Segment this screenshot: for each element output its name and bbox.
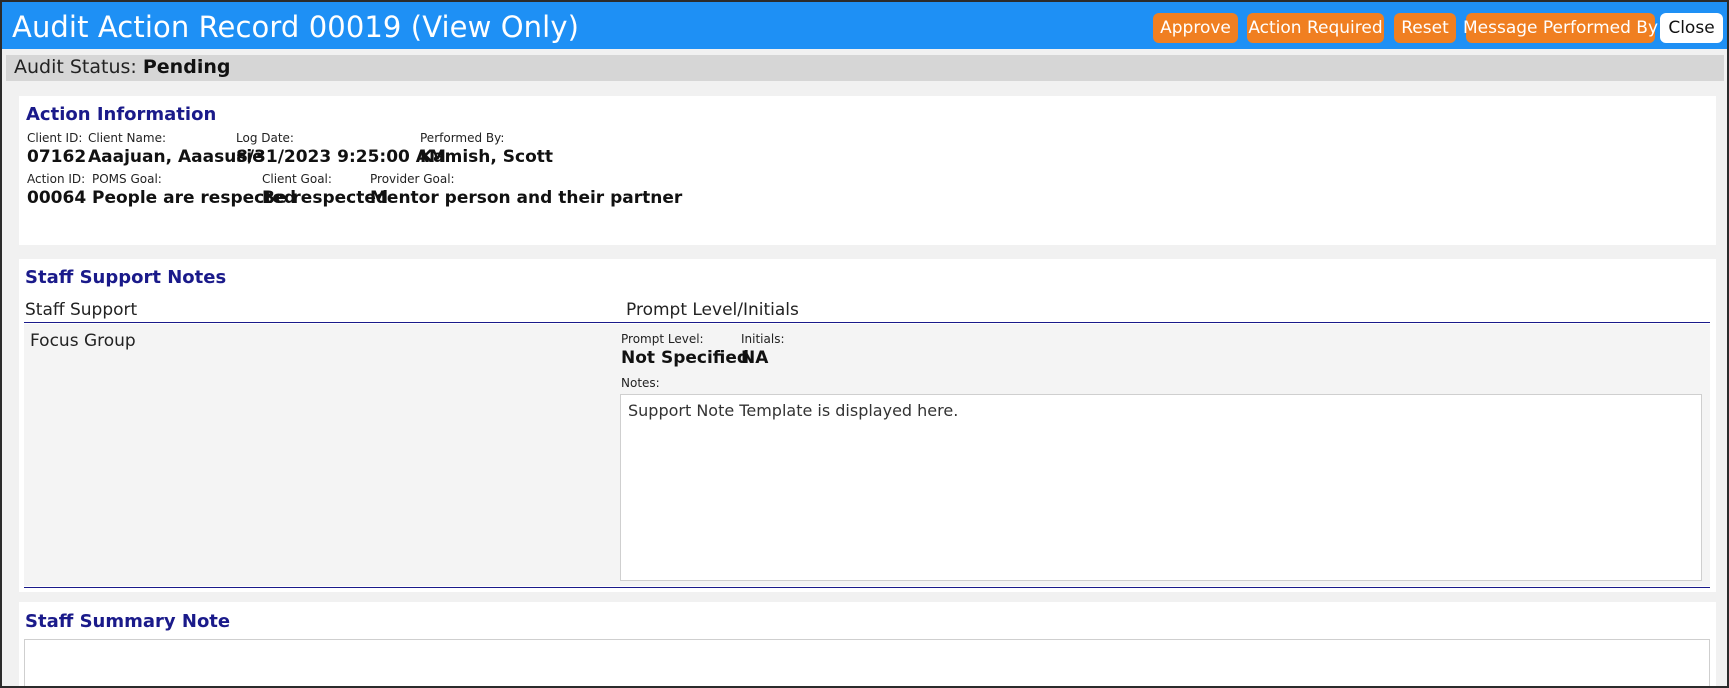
- prompt-level-initials-column-header: Prompt Level/Initials: [626, 300, 799, 320]
- provider-goal-value: Mentor person and their partner: [370, 188, 683, 208]
- audit-status-value: Pending: [142, 56, 231, 78]
- message-performed-by-button[interactable]: Message Performed By: [1463, 13, 1658, 43]
- approve-button[interactable]: Approve: [1153, 13, 1238, 43]
- close-button[interactable]: Close: [1660, 13, 1723, 43]
- staff-summary-note-title: Staff Summary Note: [25, 611, 231, 632]
- staff-support-notes-panel: Staff Support Notes Staff Support Prompt…: [19, 259, 1716, 592]
- staff-support-notes-title: Staff Support Notes: [25, 267, 227, 288]
- initials-value: NA: [741, 348, 769, 368]
- poms-goal-label: POMS Goal:: [92, 172, 162, 186]
- audit-action-window: Audit Action Record 00019 (View Only) Ap…: [0, 0, 1729, 688]
- initials-label: Initials:: [741, 332, 785, 346]
- reset-button[interactable]: Reset: [1394, 13, 1456, 43]
- client-id-value: 07162: [27, 147, 87, 167]
- prompt-level-label: Prompt Level:: [621, 332, 704, 346]
- log-date-value: 8/31/2023 9:25:00 AM: [236, 147, 446, 167]
- summary-note-field[interactable]: [24, 639, 1710, 686]
- header-divider: [24, 322, 1710, 323]
- title-bar: Audit Action Record 00019 (View Only) Ap…: [2, 2, 1727, 49]
- action-id-label: Action ID:: [27, 172, 86, 186]
- action-id-value: 00064: [27, 188, 87, 208]
- notes-label: Notes:: [621, 376, 660, 390]
- audit-status-label: Audit Status:: [14, 56, 137, 78]
- log-date-label: Log Date:: [236, 131, 294, 145]
- staff-support-value: Focus Group: [30, 331, 136, 351]
- staff-summary-note-panel: Staff Summary Note: [19, 602, 1716, 686]
- audit-status: Audit Status: Pending: [14, 56, 230, 78]
- audit-status-bar: Audit Status: Pending: [6, 55, 1724, 81]
- provider-goal-label: Provider Goal:: [370, 172, 455, 186]
- performed-by-label: Performed By:: [420, 131, 505, 145]
- action-information-panel: Action Information Client ID: 07162 Clie…: [19, 96, 1716, 245]
- notes-text: Support Note Template is displayed here.: [628, 401, 959, 420]
- action-required-button[interactable]: Action Required: [1247, 13, 1384, 43]
- prompt-level-value: Not Specified: [621, 348, 750, 368]
- row-divider: [24, 587, 1710, 588]
- staff-support-column-header: Staff Support: [25, 300, 138, 320]
- client-goal-label: Client Goal:: [262, 172, 332, 186]
- page-title: Audit Action Record 00019 (View Only): [12, 10, 579, 44]
- client-id-label: Client ID:: [27, 131, 83, 145]
- performed-by-value: Kamish, Scott: [420, 147, 554, 167]
- client-name-label: Client Name:: [88, 131, 166, 145]
- action-information-title: Action Information: [26, 104, 217, 125]
- notes-field[interactable]: Support Note Template is displayed here.: [620, 394, 1702, 581]
